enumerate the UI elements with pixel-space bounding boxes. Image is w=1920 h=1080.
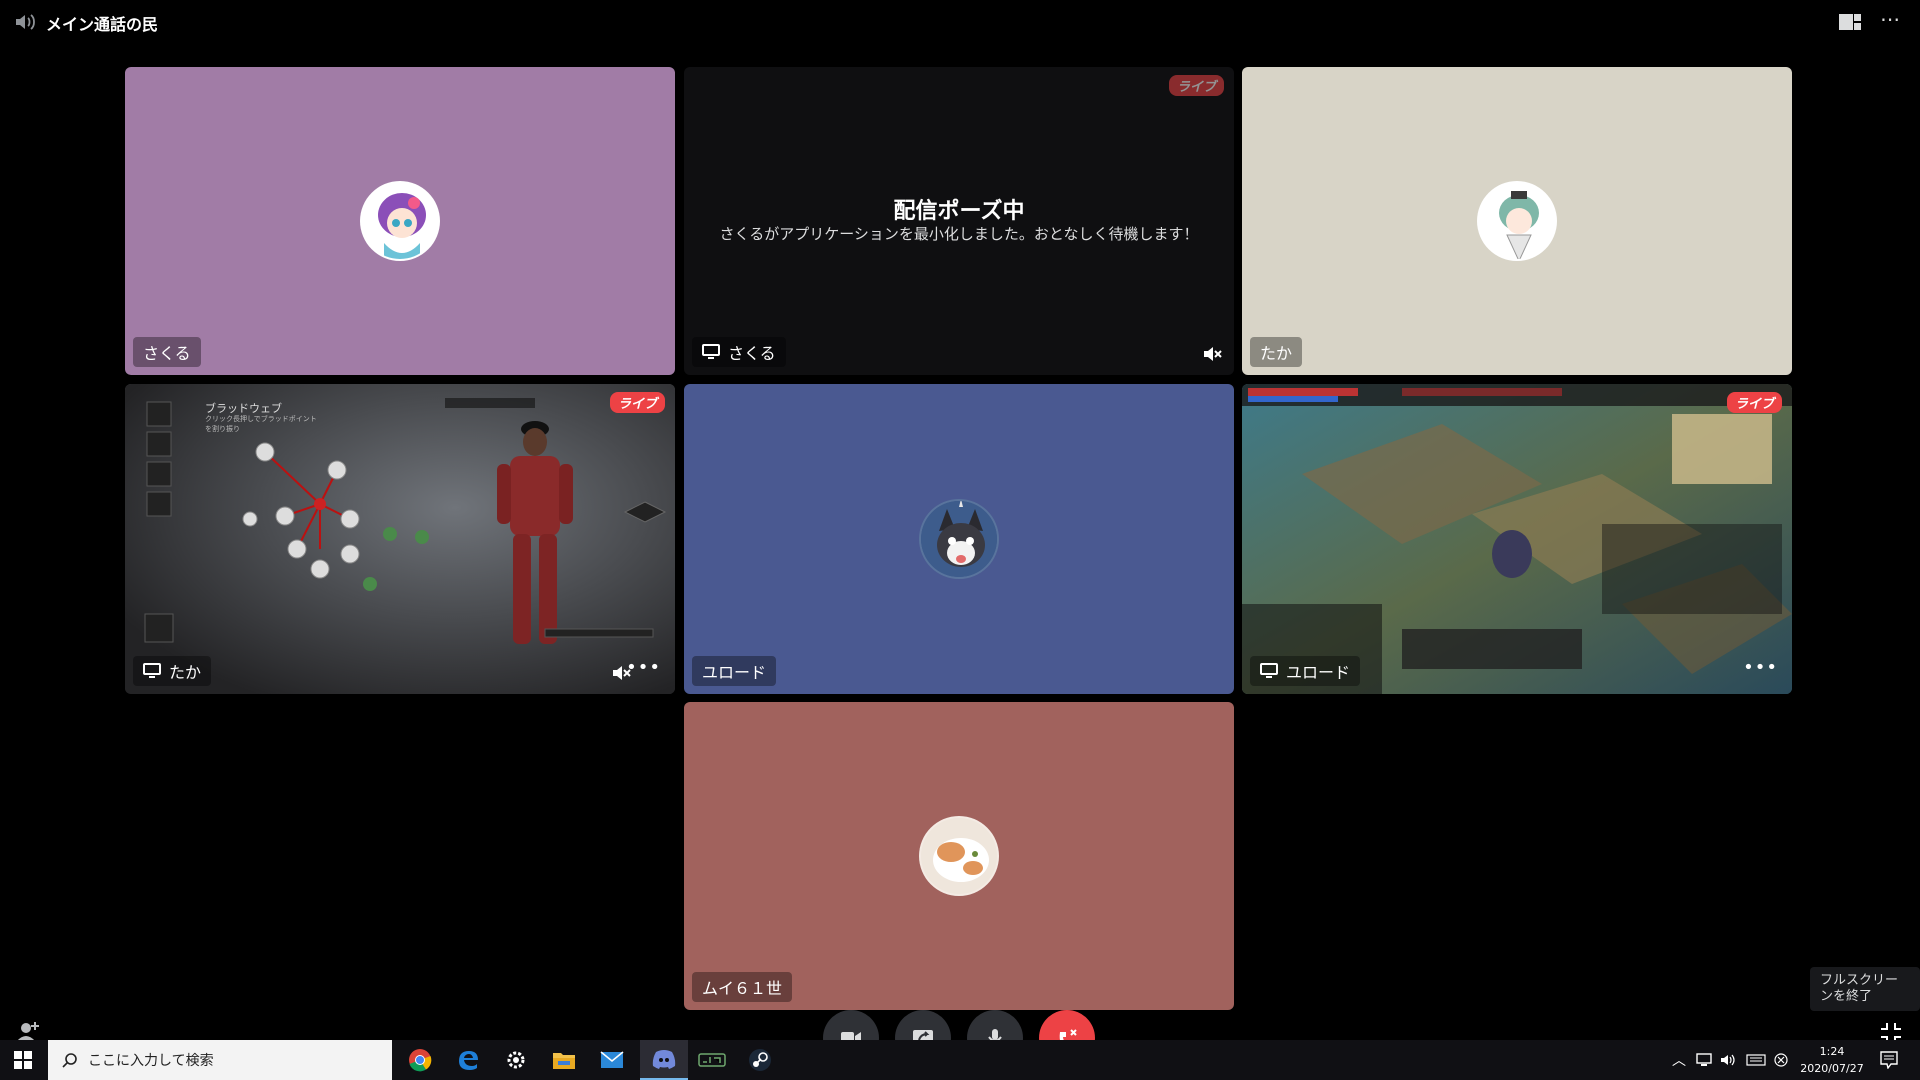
stream-options-icon[interactable]: ••• [626,657,661,678]
tray-overflow-icon[interactable]: ︿ [1672,1050,1686,1070]
live-badge: ライブ [1726,392,1782,413]
keyboard-icon[interactable] [1746,1054,1766,1066]
participant-name-tag: ムイ６１世 [692,972,793,1002]
live-badge: ライブ [1168,75,1224,96]
call-header: メイン通話の民 ⋯ [0,0,1920,44]
screen-share-icon [143,663,161,678]
chrome-icon [409,1049,432,1072]
participant-tile-taka[interactable]: たか [1242,67,1792,375]
taskbar-clock[interactable]: 1:24 2020/07/27 [1796,1043,1868,1077]
avatar [1477,181,1557,261]
wolf-avatar-icon [921,501,997,577]
screen-share-icon [1260,663,1278,678]
search-icon [62,1053,77,1068]
stream-tile-yurodo[interactable]: ライブ ユロード ••• [1242,384,1792,694]
avatar [919,816,999,896]
stream-paused-message: さくるがアプリケーションを最小化しました。おとなしく待機します！ [719,225,1199,243]
taskbar-mail[interactable] [588,1040,636,1080]
taskbar-steam[interactable] [736,1040,784,1080]
participant-tile-sakuru[interactable]: さくる [125,67,675,375]
participant-name-tag: たか [1250,337,1303,367]
edge-icon [459,1051,478,1070]
clock-date: 2020/07/27 [1800,1062,1864,1075]
channel-title: メイン通話の民 [46,15,159,34]
game-menu-subtitle: クリック長押しでブラッドポイント [205,415,317,423]
game-stream-preview [1242,384,1792,694]
live-badge: ライブ [609,392,665,413]
stream-tile-taka[interactable]: ブラッドウェブ クリック長押しでブラッドポイント を割り振り ライブ たか ••… [125,384,675,694]
cat-avatar-icon [921,818,997,894]
ime-icon[interactable] [1774,1053,1788,1067]
system-tray: ︿ [1672,1040,1788,1080]
participant-name: たか [169,663,202,682]
network-icon[interactable] [1696,1053,1712,1067]
anime-girl-avatar-icon [362,183,438,259]
windows-logo-icon [14,1051,32,1069]
windows-taskbar: ここに入力して検索 ︿ 1:24 2020/07/27 [0,1040,1920,1080]
search-placeholder: ここに入力して検索 [88,1053,214,1069]
notification-center-icon[interactable] [1880,1051,1898,1069]
stream-options-icon[interactable]: ••• [1743,657,1778,678]
taskbar-chrome[interactable] [396,1040,444,1080]
taskbar-file-explorer[interactable] [540,1040,588,1080]
clock-time: 1:24 [1819,1045,1845,1058]
exit-fullscreen-tooltip: フルスクリーンを終了 [1810,967,1920,1011]
participant-name-tag: たか [133,656,212,686]
participant-name-tag: ユロード [1250,656,1361,686]
mail-icon [600,1051,624,1068]
participant-tile-mui[interactable]: ムイ６１世 [684,702,1234,1010]
taskbar-game-app[interactable] [688,1040,736,1080]
taskbar-discord[interactable] [640,1040,688,1080]
stream-tile-sakuru[interactable]: ライブ 配信ポーズ中 さくるがアプリケーションを最小化しました。おとなしく待機し… [684,67,1234,375]
taskbar-search-box[interactable]: ここに入力して検索 [48,1040,392,1080]
add-user-icon[interactable] [16,1020,40,1042]
participant-name: たか [1260,344,1293,363]
avatar [919,499,999,579]
participant-name: ユロード [702,663,767,682]
discord-icon [652,1050,676,1069]
stream-muted-icon[interactable] [1202,345,1222,363]
volume-icon[interactable] [1720,1053,1736,1067]
folder-icon [553,1053,575,1069]
taskbar-settings[interactable] [492,1040,540,1080]
participant-name: さくる [143,344,191,363]
gear-icon [507,1051,525,1069]
participant-name: さくる [728,344,776,363]
steam-icon [749,1049,771,1071]
taskbar-edge[interactable] [444,1040,492,1080]
start-button[interactable] [0,1040,46,1080]
participant-name-tag: さくる [692,337,786,367]
participant-name: ムイ６１世 [702,979,783,998]
participant-tile-yurodo[interactable]: ユロード [684,384,1234,694]
game-launcher-icon [698,1053,726,1067]
more-options-icon[interactable]: ⋯ [1878,9,1902,32]
participant-name-tag: ユロード [692,656,777,686]
participant-name-tag: さくる [133,337,201,367]
screen-share-icon [702,344,720,359]
avatar [360,181,440,261]
anime-character-avatar-icon [1479,183,1555,259]
stream-paused-title: 配信ポーズ中 [893,199,1025,224]
game-menu-subtitle-2: を割り振り [205,425,240,433]
speaker-icon [16,14,35,30]
layout-toggle-icon[interactable] [1838,12,1862,32]
participant-name: ユロード [1286,663,1351,682]
